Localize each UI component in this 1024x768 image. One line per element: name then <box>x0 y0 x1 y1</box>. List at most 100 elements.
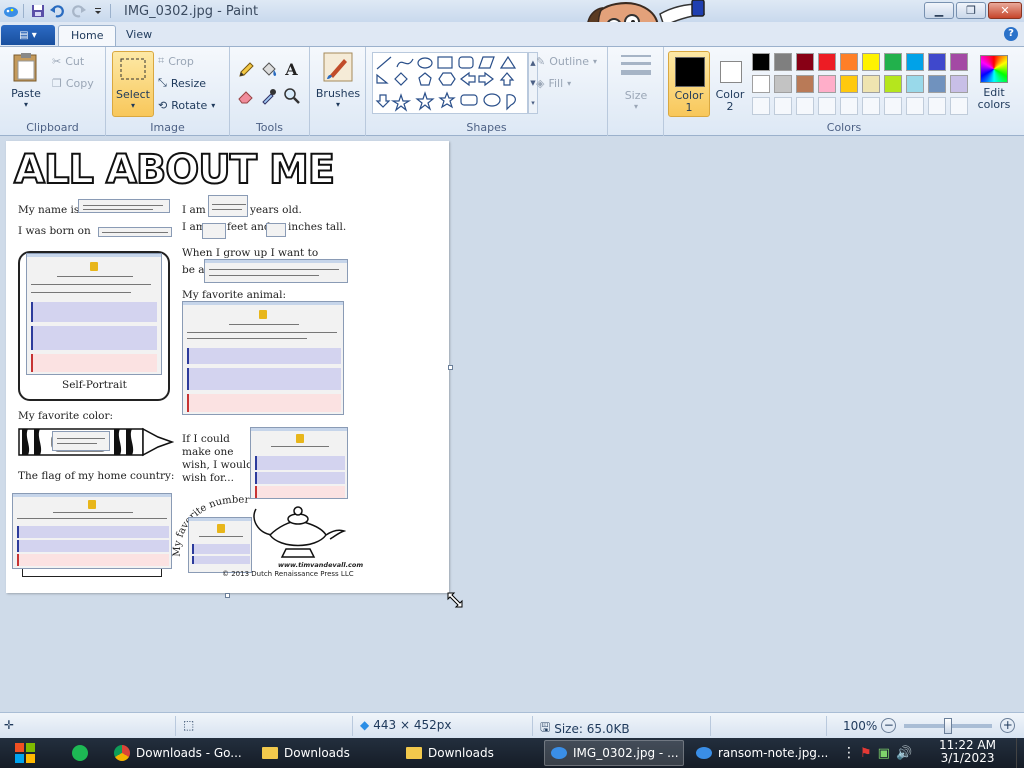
paint-menu-button[interactable]: ▤ ▾ <box>1 25 55 45</box>
status-separator <box>826 716 827 736</box>
zoom-out-icon[interactable]: − <box>881 718 897 733</box>
volume-icon[interactable]: 🔊 <box>896 746 912 761</box>
cut-button[interactable]: ✂ Cut <box>52 51 84 71</box>
system-clock[interactable]: 11:22 AM 3/1/2023 <box>939 739 996 765</box>
taskbar-item-folder1[interactable]: Downloads <box>256 740 392 766</box>
tab-home[interactable]: Home <box>58 25 117 46</box>
canvas-resize-handle-right[interactable] <box>448 365 453 370</box>
image-dimensions-text: 443 × 452px <box>373 718 452 732</box>
copy-button[interactable]: ❐ Copy <box>52 73 94 93</box>
zoom-slider-thumb[interactable] <box>944 717 953 734</box>
custom-color-slot[interactable] <box>818 97 836 115</box>
flag-icon[interactable]: ⚑ <box>860 746 872 761</box>
select-button[interactable]: Select ▾ <box>112 51 154 117</box>
palette-swatch[interactable] <box>818 53 836 71</box>
custom-color-slot[interactable] <box>796 97 814 115</box>
palette-swatch[interactable] <box>862 53 880 71</box>
zoom-in-icon[interactable]: + <box>1000 718 1016 733</box>
palette-swatch[interactable] <box>752 75 770 93</box>
show-desktop-button[interactable] <box>1016 738 1024 768</box>
genie-lamp-icon <box>253 506 346 558</box>
fill-button[interactable]: ◈ Fill ▾ <box>536 73 571 93</box>
minimize-button[interactable]: ▁ <box>924 2 954 19</box>
wish-blocked-dialog <box>250 427 348 499</box>
outline-button[interactable]: ✎ Outline ▾ <box>536 51 597 71</box>
text-tool[interactable]: A <box>281 59 302 80</box>
save-icon[interactable] <box>29 2 47 20</box>
rotate-button[interactable]: ⟲ Rotate ▾ <box>158 95 215 115</box>
resize-button[interactable]: ⤡ Resize <box>158 73 206 93</box>
taskbar-item-folder2[interactable]: Downloads <box>400 740 536 766</box>
network-icon[interactable]: ▣ <box>878 746 890 761</box>
palette-swatch[interactable] <box>928 53 946 71</box>
taskbar-item-paint-active[interactable]: IMG_0302.jpg - ... <box>544 740 684 766</box>
custom-color-slot[interactable] <box>862 97 880 115</box>
zoom-slider[interactable] <box>904 717 993 734</box>
color-picker-tool[interactable] <box>258 85 279 106</box>
palette-swatch[interactable] <box>950 75 968 93</box>
restore-button[interactable]: ❐ <box>956 2 986 19</box>
paste-button[interactable]: Paste ▾ <box>6 51 46 113</box>
palette-swatch[interactable] <box>796 53 814 71</box>
close-button[interactable]: ✕ <box>988 2 1022 19</box>
zoom-controls: 100% − + <box>843 717 1016 734</box>
palette-swatch[interactable] <box>884 53 902 71</box>
palette-swatch[interactable] <box>862 75 880 93</box>
magnifier-tool[interactable] <box>281 85 302 106</box>
canvas-resize-handle-bottom[interactable] <box>225 593 230 598</box>
palette-swatch[interactable] <box>796 75 814 93</box>
ribbon-tabs: ▤ ▾ Home View ? <box>0 22 1024 46</box>
help-icon[interactable]: ? <box>1004 27 1018 41</box>
image-canvas[interactable]: ALL ABOUT ME My name is I am years old. … <box>6 141 449 593</box>
color1-button[interactable]: Color 1 <box>668 51 710 117</box>
palette-swatch[interactable] <box>818 75 836 93</box>
taskbar-item-chrome[interactable]: Downloads - Go... <box>108 740 244 766</box>
palette-swatch[interactable] <box>840 53 858 71</box>
start-button[interactable] <box>4 740 42 766</box>
tools-group: A Tools <box>230 47 310 136</box>
wish-line3: wish, I would <box>182 459 253 471</box>
custom-color-slot[interactable] <box>906 97 924 115</box>
color2-button[interactable]: Color 2 <box>712 51 748 117</box>
clipboard-icon <box>13 53 37 82</box>
custom-color-slot[interactable] <box>928 97 946 115</box>
palette-swatch[interactable] <box>884 75 902 93</box>
select-dropdown-icon: ▾ <box>130 101 135 110</box>
palette-swatch[interactable] <box>774 75 792 93</box>
customize-toolbar-icon[interactable] <box>89 2 107 20</box>
brush-icon <box>323 52 353 82</box>
custom-color-slot[interactable] <box>950 97 968 115</box>
size-label: Size <box>624 89 648 102</box>
palette-swatch[interactable] <box>950 53 968 71</box>
eraser-tool[interactable] <box>235 85 256 106</box>
palette-swatch[interactable] <box>840 75 858 93</box>
disk-icon: 🖫 <box>540 720 551 734</box>
shapes-gallery[interactable] <box>372 52 528 114</box>
title-bar: IMG_0302.jpg - Paint ▁ ❐ ✕ <box>0 0 1024 22</box>
palette-swatch[interactable] <box>752 53 770 71</box>
palette-swatch[interactable] <box>906 75 924 93</box>
redo-icon[interactable] <box>69 2 87 20</box>
overflow-icon[interactable]: ⋮ <box>836 740 856 766</box>
palette-swatch[interactable] <box>928 75 946 93</box>
edit-colors-button[interactable]: Edit colors <box>974 51 1014 117</box>
brushes-button[interactable]: Brushes ▾ <box>316 51 360 113</box>
fill-tool[interactable] <box>258 59 279 80</box>
tab-view[interactable]: View <box>114 25 164 46</box>
custom-color-slot[interactable] <box>840 97 858 115</box>
custom-color-slot[interactable] <box>884 97 902 115</box>
taskbar-item-paint2[interactable]: ransom-note.jpg... <box>690 740 830 766</box>
crop-button[interactable]: ⌗ Crop <box>158 51 194 71</box>
taskbar-app-messenger[interactable] <box>66 740 96 766</box>
paint-app-icon[interactable] <box>2 2 20 20</box>
custom-color-slot[interactable] <box>752 97 770 115</box>
undo-icon[interactable] <box>49 2 67 20</box>
select-rectangle-icon <box>120 58 146 80</box>
eraser-icon <box>237 90 253 103</box>
palette-swatch[interactable] <box>906 53 924 71</box>
pencil-tool[interactable] <box>235 59 256 80</box>
size-button[interactable]: Size ▾ <box>616 51 656 113</box>
restore-icon: ❐ <box>966 4 976 17</box>
palette-swatch[interactable] <box>774 53 792 71</box>
custom-color-slot[interactable] <box>774 97 792 115</box>
